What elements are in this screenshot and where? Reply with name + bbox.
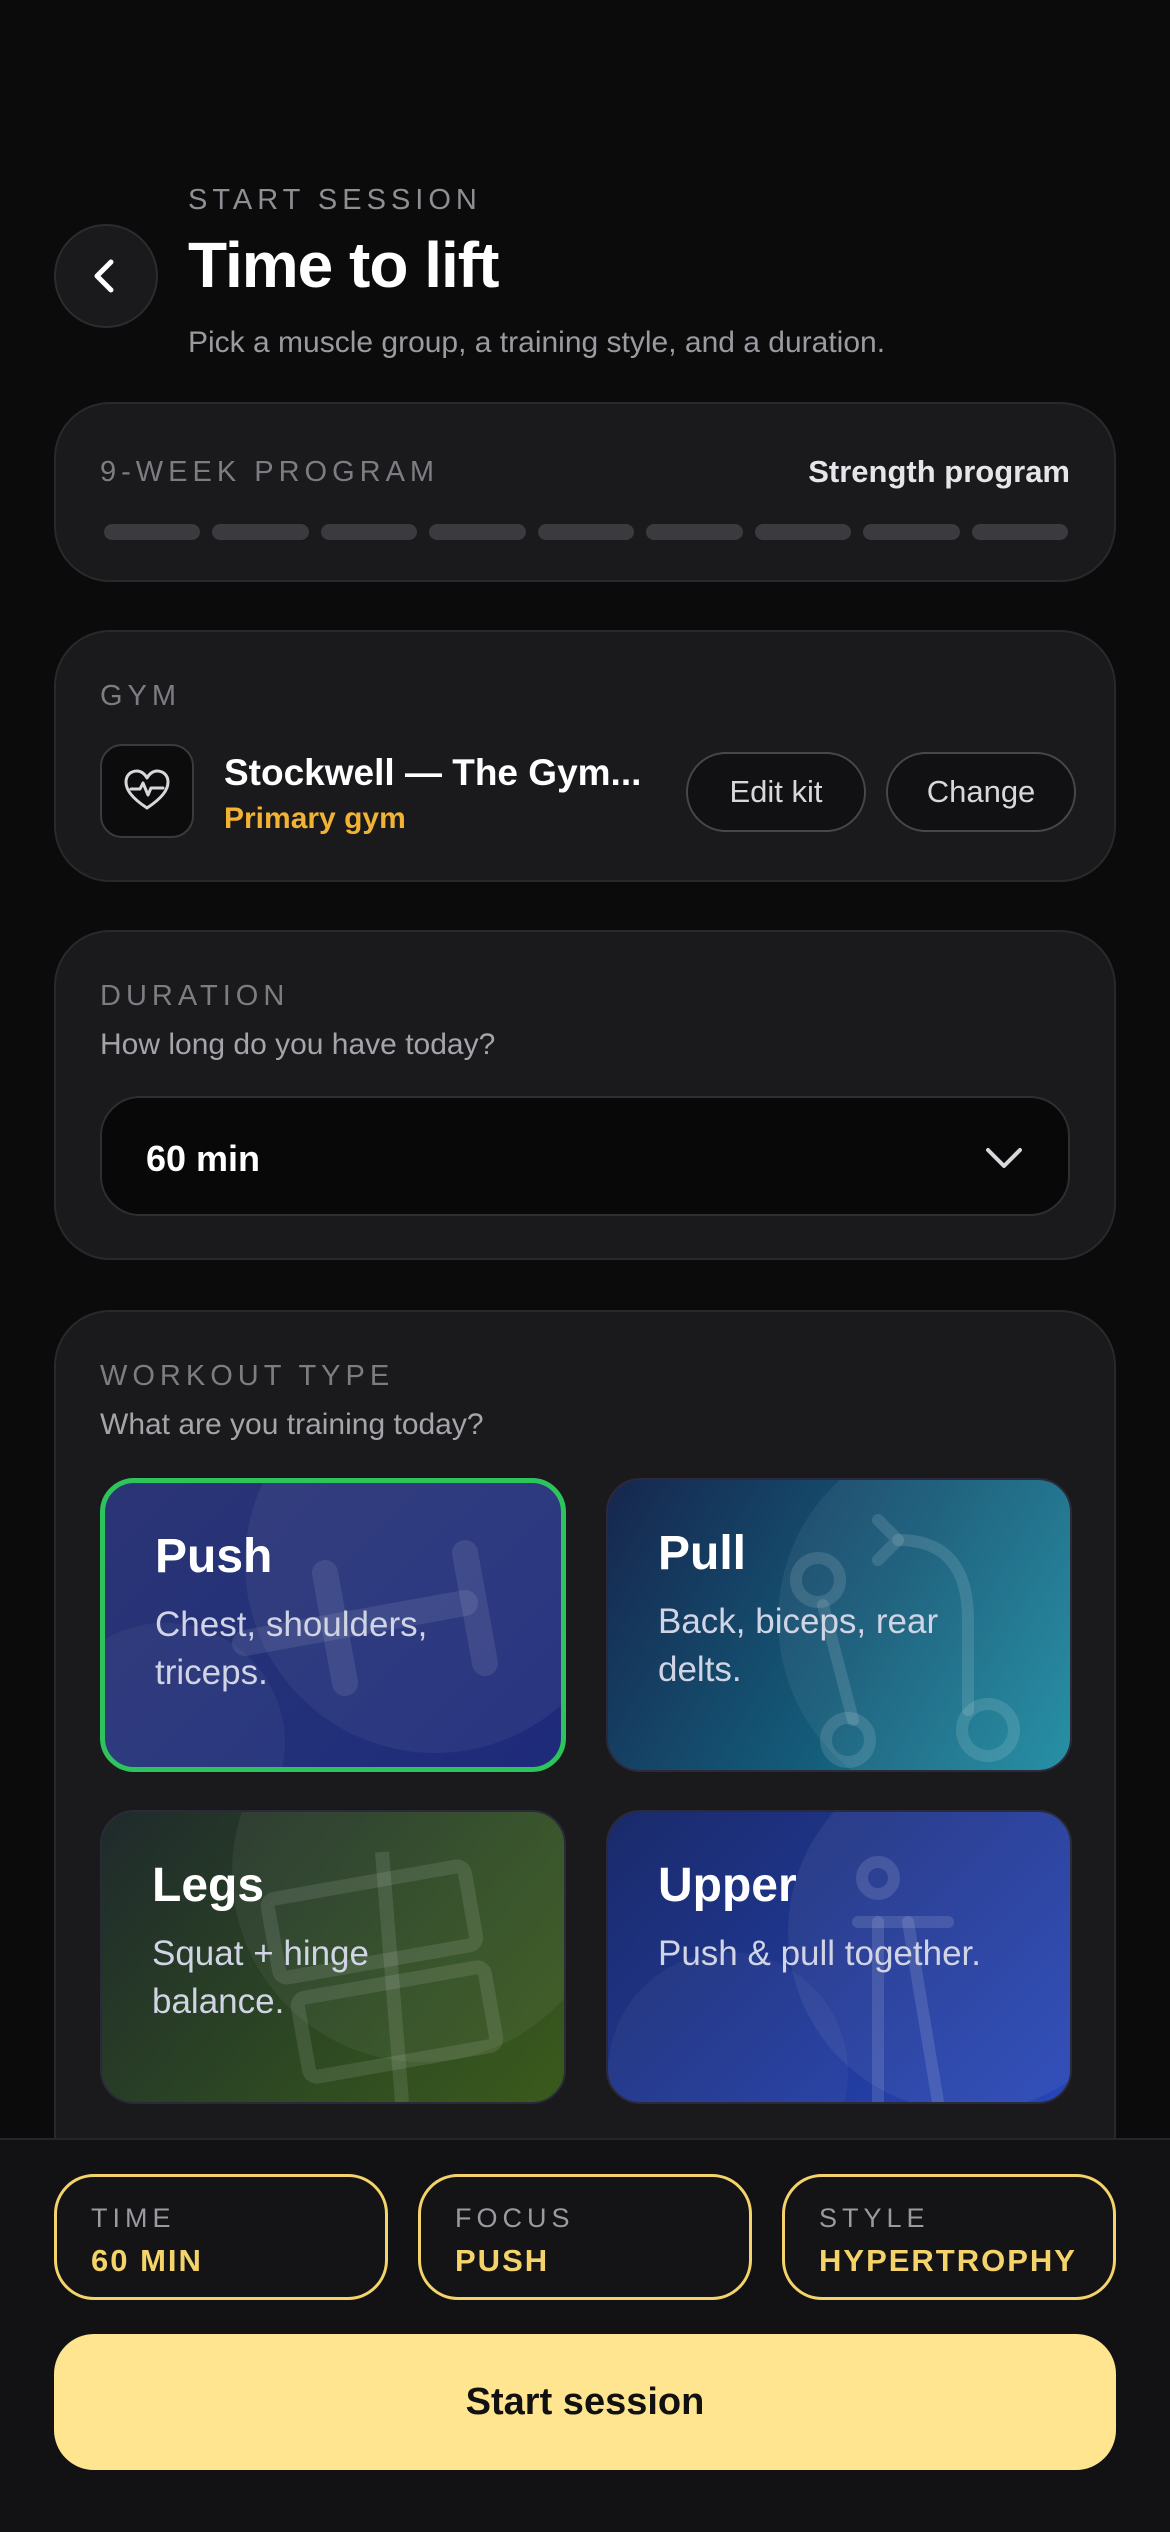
page-title: Time to lift: [188, 229, 499, 301]
gym-label: GYM: [100, 680, 182, 712]
workout-option-title: Push: [155, 1530, 273, 1583]
workout-option-pull[interactable]: Pull Back, biceps, rear delts.: [606, 1478, 1072, 1772]
change-gym-button[interactable]: Change: [886, 752, 1076, 832]
chevron-left-icon: [94, 259, 114, 293]
workout-type-label: WORKOUT TYPE: [100, 1360, 395, 1392]
session-summary-bar: TIME 60 MIN FOCUS PUSH STYLE HYPERTROPHY…: [0, 2138, 1170, 2532]
workout-option-legs[interactable]: Legs Squat + hinge balance.: [100, 1810, 566, 2104]
back-button[interactable]: [54, 224, 158, 328]
program-card: 9-WEEK PROGRAM Strength program: [54, 402, 1116, 582]
chip-label: TIME: [91, 2203, 176, 2233]
duration-card: DURATION How long do you have today? 60 …: [54, 930, 1116, 1260]
week-segment: [320, 524, 418, 540]
gym-avatar: [100, 744, 194, 838]
workout-option-title: Legs: [152, 1859, 265, 1912]
page-eyebrow: START SESSION: [188, 184, 482, 216]
chip-label: STYLE: [819, 2203, 930, 2233]
week-segment: [646, 524, 743, 540]
workout-option-desc: Back, biceps, rear delts.: [658, 1602, 939, 1689]
gym-name: Stockwell — The Gym...: [224, 752, 642, 793]
chip-value: PUSH: [455, 2243, 550, 2278]
week-segment: [971, 524, 1068, 540]
chip-value: 60 MIN: [91, 2243, 203, 2278]
chevron-down-icon: [986, 1148, 1022, 1168]
chip-value: HYPERTROPHY: [819, 2243, 1077, 2278]
page-subtitle: Pick a muscle group, a training style, a…: [188, 326, 886, 359]
gym-primary-badge: Primary gym: [224, 802, 406, 835]
week-segment: [863, 524, 960, 540]
summary-chip-focus[interactable]: FOCUS PUSH: [418, 2174, 752, 2300]
duration-label: DURATION: [100, 980, 290, 1012]
summary-chip-style[interactable]: STYLE HYPERTROPHY: [782, 2174, 1116, 2300]
edit-kit-button[interactable]: Edit kit: [686, 752, 866, 832]
week-segment: [429, 524, 526, 540]
workout-option-title: Pull: [658, 1527, 747, 1580]
program-name: Strength program: [808, 454, 1070, 489]
workout-option-desc: Push & pull together.: [658, 1934, 981, 1973]
workout-option-push[interactable]: Push Chest, shoulders, triceps.: [100, 1478, 566, 1772]
duration-select[interactable]: 60 min: [100, 1096, 1070, 1216]
workout-option-desc: Squat + hinge balance.: [152, 1934, 369, 2021]
program-label: 9-WEEK PROGRAM: [100, 456, 440, 488]
summary-chip-time[interactable]: TIME 60 MIN: [54, 2174, 388, 2300]
workout-type-hint: What are you training today?: [100, 1408, 484, 1441]
duration-value: 60 min: [146, 1138, 261, 1179]
duration-hint: How long do you have today?: [100, 1028, 496, 1061]
start-session-button[interactable]: Start session: [54, 2334, 1116, 2470]
week-segment: [754, 524, 852, 540]
heart-pulse-icon: [124, 769, 170, 810]
chip-label: FOCUS: [455, 2203, 575, 2233]
week-segment: [537, 524, 635, 540]
workout-option-title: Upper: [658, 1859, 797, 1912]
week-segment: [212, 524, 309, 540]
gym-card: GYM Stockwell — The Gym... Primary gym E…: [54, 630, 1116, 882]
week-segment: [104, 524, 201, 540]
workout-option-upper[interactable]: Upper Push & pull together.: [606, 1810, 1072, 2104]
program-week-progress: [104, 524, 1068, 540]
workout-option-desc: Chest, shoulders, triceps.: [155, 1605, 428, 1692]
